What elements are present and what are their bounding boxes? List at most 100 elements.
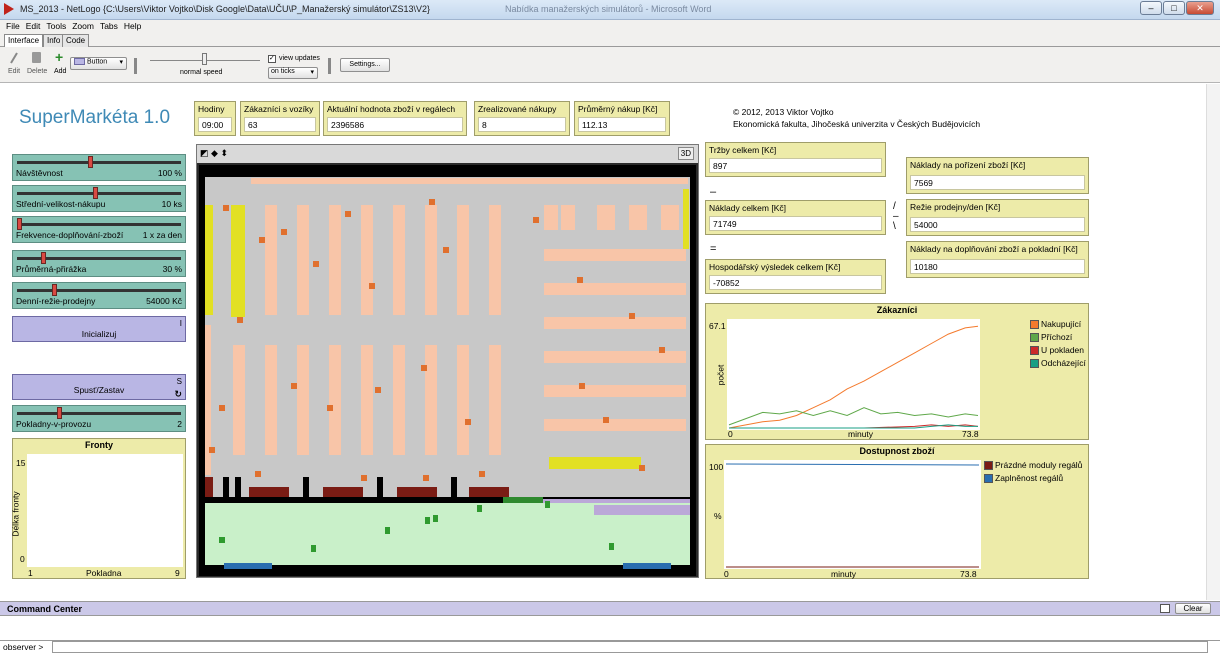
monitor-hodnota-zbozi: Aktuální hodnota zboží v regálech 2396586 xyxy=(323,101,467,136)
plot-fronty: Fronty 15 0 1 9 Pokladna Délka fronty xyxy=(11,438,186,579)
legend-swatch xyxy=(984,461,993,471)
legend-label: U pokladen xyxy=(1041,345,1085,355)
menu-file[interactable]: File xyxy=(6,20,20,32)
menu-tools[interactable]: Tools xyxy=(46,20,66,32)
legend-item: Nakupující xyxy=(1030,319,1086,332)
settings-button[interactable]: Settings... xyxy=(340,58,390,72)
view-updates-checkbox[interactable]: ✓ xyxy=(268,55,276,63)
slider-knob[interactable] xyxy=(56,407,62,419)
credits-line-1: © 2012, 2013 Viktor Vojtko xyxy=(733,107,834,117)
plot-zakaznici: Zákazníci 67.1 0 73.8 minuty počet Nakup… xyxy=(705,303,1089,440)
x-tick-label: 0 xyxy=(724,569,729,579)
command-input[interactable] xyxy=(52,641,1208,653)
slider-frekvence-doplnovani[interactable]: Frekvence-doplňování-zboží 1 x za den xyxy=(12,216,186,243)
3d-button[interactable]: 3D xyxy=(677,147,694,160)
edit-button-label[interactable]: Edit xyxy=(8,68,20,75)
trash-icon[interactable] xyxy=(32,52,41,63)
toolbar: Edit Delete + Add Button ▾ normal speed … xyxy=(0,47,1220,83)
equals-sign: = xyxy=(710,243,717,255)
backslash-sign: \ xyxy=(893,221,896,232)
y-tick-label: 100 xyxy=(709,462,724,472)
command-input-row: observer > xyxy=(0,640,1220,653)
monitor-label: Hospodářský výsledek celkem [Kč] xyxy=(709,262,841,272)
slider-value: 2 xyxy=(177,419,182,429)
popout-icon[interactable] xyxy=(1160,604,1170,613)
monitor-value: 8 xyxy=(478,117,566,132)
legend-label: Nakupující xyxy=(1041,319,1082,329)
credits-line-2: Ekonomická fakulta, Jihočeská univerzita… xyxy=(733,119,981,129)
close-button[interactable]: ✕ xyxy=(1186,1,1214,15)
update-mode-select[interactable]: on ticks ▾ xyxy=(268,67,318,79)
toolbar-separator xyxy=(328,58,331,74)
add-button-label[interactable]: Add xyxy=(54,68,66,75)
x-tick-label: 1 xyxy=(28,568,33,578)
slider-value: 30 % xyxy=(162,264,182,274)
slider-knob[interactable] xyxy=(40,252,46,264)
add-icon[interactable]: + xyxy=(55,49,63,65)
shortcut-key: I xyxy=(179,319,182,328)
y-axis-label: % xyxy=(714,511,722,521)
plot-title: Fronty xyxy=(85,440,113,450)
slider-denni-rezie[interactable]: Denní-režie-prodejny 54000 Kč xyxy=(12,282,186,309)
world-view[interactable]: ◩ ◆ ⬍ 3D xyxy=(196,144,699,578)
observer-prompt[interactable]: observer > xyxy=(3,642,43,652)
slider-knob[interactable] xyxy=(88,156,94,168)
slider-velikost-nakupu[interactable]: Střední-velikost-nákupu 10 ks xyxy=(12,185,186,212)
slider-pokladny[interactable]: Pokladny-v-provozu 2 xyxy=(12,405,186,432)
monitor-label: Aktuální hodnota zboží v regálech xyxy=(327,104,456,114)
shortcut-key: S xyxy=(176,377,182,386)
background-window-title: Nabídka manažerských simulátorů - Micros… xyxy=(505,4,712,14)
legend-swatch xyxy=(1030,346,1039,356)
menu-tabs[interactable]: Tabs xyxy=(100,20,118,32)
tab-bar: Interface Info Code xyxy=(0,33,1220,48)
view-controls-icon[interactable]: ◩ ◆ ⬍ xyxy=(200,148,228,159)
x-tick-label: 73.8 xyxy=(960,569,977,579)
run-button[interactable]: Spusť/Zastav S ↻ xyxy=(12,374,186,400)
slider-label: Střední-velikost-nákupu xyxy=(16,199,106,209)
x-axis-label: minuty xyxy=(848,429,874,439)
monitor-value: -70852 xyxy=(709,275,882,290)
slider-knob[interactable] xyxy=(17,218,22,230)
monitor-porizeni: Náklady na pořízení zboží [Kč] 7569 xyxy=(906,157,1089,194)
legend-item: Příchozí xyxy=(1030,332,1086,345)
widget-type-select[interactable]: Button ▾ xyxy=(70,57,127,70)
plot-area xyxy=(727,319,980,430)
menu-edit[interactable]: Edit xyxy=(26,20,41,32)
monitor-label: Náklady na doplňování zboží a pokladní [… xyxy=(910,244,1078,254)
legend-swatch xyxy=(1030,333,1039,343)
view-header: ◩ ◆ ⬍ 3D xyxy=(197,145,698,163)
minimize-button[interactable]: – xyxy=(1140,1,1162,15)
legend-swatch xyxy=(1030,359,1039,369)
command-output[interactable] xyxy=(0,616,1206,640)
slider-prirazka[interactable]: Průměrná-přirážka 30 % xyxy=(12,250,186,277)
legend-swatch xyxy=(1030,320,1039,330)
vertical-scrollbar[interactable] xyxy=(1206,84,1220,600)
monitor-label: Hodiny xyxy=(198,104,225,114)
pencil-icon[interactable] xyxy=(9,52,19,64)
slider-navstevnost[interactable]: Návštěvnost 100 % xyxy=(12,154,186,181)
slider-track xyxy=(17,192,181,195)
monitor-value: 10180 xyxy=(910,259,1085,274)
speed-slider-knob[interactable] xyxy=(202,53,207,65)
tab-code[interactable]: Code xyxy=(62,34,90,47)
window-title: MS_2013 - NetLogo {C:\Users\Viktor Vojtk… xyxy=(20,4,431,14)
plot-title: Dostupnost zboží xyxy=(859,446,935,456)
window-titlebar: MS_2013 - NetLogo {C:\Users\Viktor Vojtk… xyxy=(0,0,1220,20)
slider-knob[interactable] xyxy=(51,284,57,296)
forever-icon: ↻ xyxy=(174,389,182,399)
monitor-nakupy: Zrealizované nákupy 8 xyxy=(474,101,570,136)
chevron-down-icon: ▾ xyxy=(119,59,123,66)
clear-button[interactable]: Clear xyxy=(1175,603,1211,614)
menu-help[interactable]: Help xyxy=(124,20,141,32)
monitor-value: 7569 xyxy=(910,175,1085,190)
menu-zoom[interactable]: Zoom xyxy=(72,20,94,32)
slider-knob[interactable] xyxy=(92,187,98,199)
plot-legend: Nakupující Příchozí U pokladen Odcházejí… xyxy=(1030,319,1086,371)
button-label: Spusť/Zastav xyxy=(73,385,125,395)
delete-button-label[interactable]: Delete xyxy=(27,68,47,75)
button-label: Inicializuj xyxy=(81,329,117,339)
tab-interface[interactable]: Interface xyxy=(4,34,44,48)
maximize-button[interactable]: □ xyxy=(1163,1,1185,15)
init-button[interactable]: Inicializuj I xyxy=(12,316,186,342)
monitor-hodiny: Hodiny 09:00 xyxy=(194,101,236,136)
